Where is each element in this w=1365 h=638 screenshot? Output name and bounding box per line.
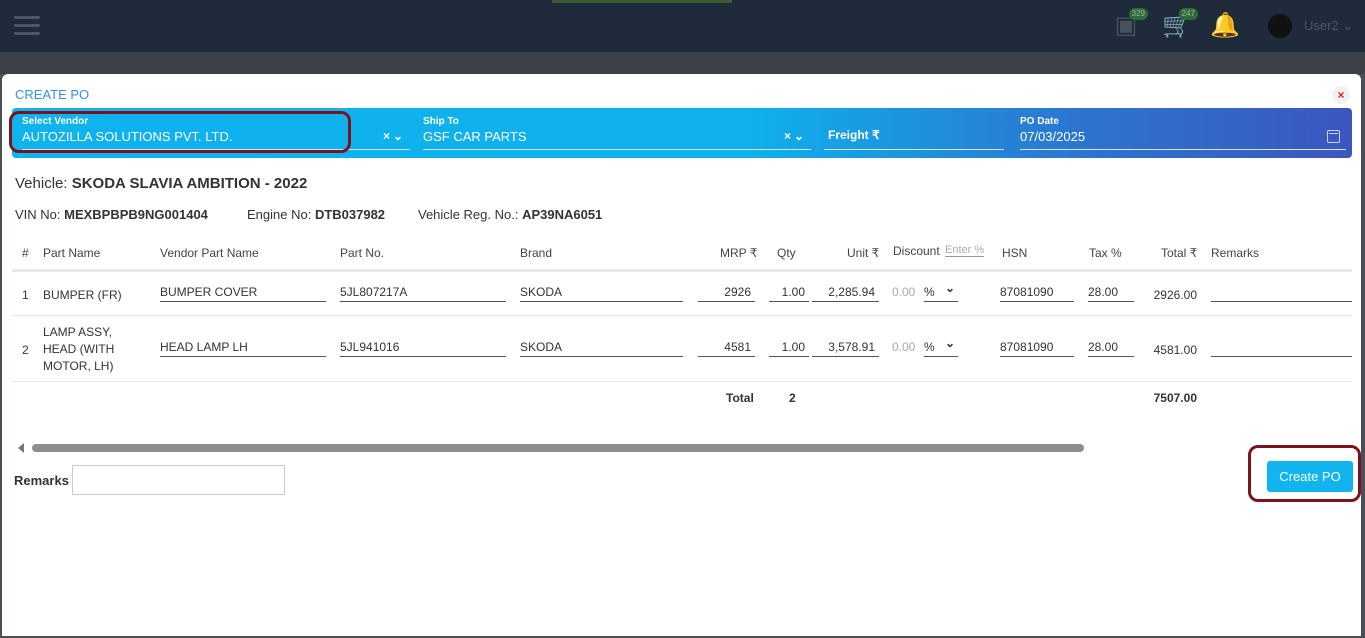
vendor-part-input[interactable]: HEAD LAMP LH: [160, 337, 326, 357]
ship-to-select[interactable]: Ship To GSF CAR PARTS ×⌄: [423, 114, 811, 150]
po-date-label: PO Date: [1020, 116, 1059, 127]
mrp-input[interactable]: 2926: [698, 282, 755, 302]
menu-icon[interactable]: [14, 16, 40, 36]
part-name: BUMPER (FR): [43, 288, 122, 302]
app-topbar: ▣ 329 🛒 247 🔔 User2 ⌄: [0, 0, 1365, 52]
mrp-input[interactable]: 4581: [698, 337, 755, 357]
hsn-input[interactable]: 87081090: [1000, 282, 1074, 302]
grand-total: 7507.00: [1153, 391, 1197, 405]
loading-bar: [552, 0, 732, 3]
dimmed-subbar: [0, 52, 1365, 74]
part-name: LAMP ASSY, HEAD (WITH MOTOR, LH): [43, 325, 115, 373]
row-total: 4581.00: [1153, 343, 1197, 357]
reg-label: Vehicle Reg. No.:: [418, 207, 523, 222]
vendor-highlight: [9, 111, 351, 153]
package-badge: 329: [1128, 8, 1148, 20]
row-num: 2: [22, 343, 29, 357]
vehicle-name: SKODA SLAVIA AMBITION - 2022: [71, 175, 308, 192]
engine-label: Engine No:: [247, 207, 315, 222]
discount-input[interactable]: 0.00: [892, 340, 915, 354]
vin-value: MEXBPBPB9NG001404: [64, 207, 208, 222]
vehicle-prefix: Vehicle:: [15, 175, 72, 192]
tax-input[interactable]: 28.00: [1088, 282, 1134, 302]
table-row: 1 BUMPER (FR) BUMPER COVER 5JL807217A SK…: [12, 272, 1352, 316]
vendor-part-input[interactable]: BUMPER COVER: [160, 282, 326, 302]
col-num: #: [22, 246, 29, 260]
col-tax: Tax %: [1089, 246, 1122, 260]
unit-input[interactable]: 3,578.91: [812, 337, 879, 357]
po-remarks-input[interactable]: [72, 465, 285, 495]
col-hsn: HSN: [1002, 246, 1028, 260]
vin-label: VIN No:: [15, 207, 65, 222]
remarks-input[interactable]: [1211, 337, 1352, 357]
col-brand: Brand: [520, 246, 553, 260]
tax-input[interactable]: 28.00: [1088, 337, 1134, 357]
col-qty: Qty: [777, 246, 796, 260]
col-mrp: MRP ₹: [720, 246, 758, 260]
qty-input[interactable]: 1.00: [769, 337, 809, 357]
unit-input[interactable]: 2,285.94: [812, 282, 879, 302]
row-num: 1: [22, 288, 29, 302]
ship-to-label: Ship To: [423, 116, 459, 127]
package-icon[interactable]: ▣ 329: [1112, 8, 1148, 40]
scroll-left-icon[interactable]: [18, 443, 24, 453]
cart-icon[interactable]: 🛒 247: [1162, 8, 1198, 40]
discount-type-select[interactable]: %: [924, 281, 958, 302]
remarks-input[interactable]: [1211, 282, 1352, 302]
col-remarks: Remarks: [1211, 246, 1260, 260]
part-no-input[interactable]: 5JL941016: [340, 337, 506, 357]
discount-all-input[interactable]: Enter %: [945, 244, 985, 257]
total-qty: 2: [789, 391, 796, 405]
col-total: Total ₹: [1161, 246, 1198, 260]
discount-type-select[interactable]: %: [924, 336, 958, 357]
engine-value: DTB037982: [314, 207, 386, 222]
po-date-input[interactable]: PO Date 07/03/2025: [1020, 114, 1346, 150]
total-label: Total: [726, 391, 754, 405]
close-icon[interactable]: ×: [1332, 86, 1350, 104]
reg-info: Vehicle Reg. No.: AP39NA6051: [418, 207, 602, 222]
vendor-clear-toggle-icon[interactable]: ×⌄: [383, 129, 406, 143]
col-part-no: Part No.: [340, 246, 385, 260]
modal-title: CREATE PO: [15, 87, 90, 102]
col-unit: Unit ₹: [847, 246, 880, 260]
po-date-value: 07/03/2025: [1020, 129, 1086, 144]
total-row: Total 2 7507.00: [12, 382, 1352, 418]
qty-input[interactable]: 1.00: [769, 282, 809, 302]
cart-badge: 247: [1178, 8, 1198, 20]
bell-icon[interactable]: 🔔: [1210, 12, 1240, 40]
brand-input[interactable]: SKODA: [520, 337, 683, 357]
calendar-icon[interactable]: [1327, 130, 1340, 143]
create-po-highlight: [1248, 445, 1361, 502]
avatar[interactable]: [1268, 14, 1292, 38]
hsn-input[interactable]: 87081090: [1000, 337, 1074, 357]
create-po-modal: CREATE PO × Select Vendor AUTOZILLA SOLU…: [2, 74, 1361, 636]
vehicle-info: Vehicle: SKODA SLAVIA AMBITION - 2022: [15, 175, 307, 192]
freight-label: Freight ₹: [828, 128, 880, 142]
row-total: 2926.00: [1153, 288, 1197, 302]
reg-value: AP39NA6051: [522, 207, 603, 222]
col-vendor-part: Vendor Part Name: [160, 246, 259, 260]
table-header: # Part Name Vendor Part Name Part No. Br…: [12, 238, 1352, 272]
col-part-name: Part Name: [43, 246, 101, 260]
part-no-input[interactable]: 5JL807217A: [340, 282, 506, 302]
ship-to-clear-toggle-icon[interactable]: ×⌄: [784, 129, 807, 143]
brand-input[interactable]: SKODA: [520, 282, 683, 302]
scroll-thumb[interactable]: [32, 444, 1084, 452]
ship-to-value: GSF CAR PARTS: [423, 129, 527, 144]
discount-input[interactable]: 0.00: [892, 285, 915, 299]
remarks-label: Remarks: [14, 473, 69, 488]
user-menu[interactable]: User2 ⌄: [1304, 18, 1353, 34]
engine-info: Engine No: DTB037982: [247, 207, 385, 222]
freight-input[interactable]: Freight ₹: [824, 114, 1004, 150]
horizontal-scrollbar[interactable]: [16, 441, 1352, 455]
vin-info: VIN No: MEXBPBPB9NG001404: [15, 207, 208, 222]
table-row: 2 LAMP ASSY, HEAD (WITH MOTOR, LH) HEAD …: [12, 316, 1352, 382]
col-discount: Discount: [893, 244, 940, 258]
